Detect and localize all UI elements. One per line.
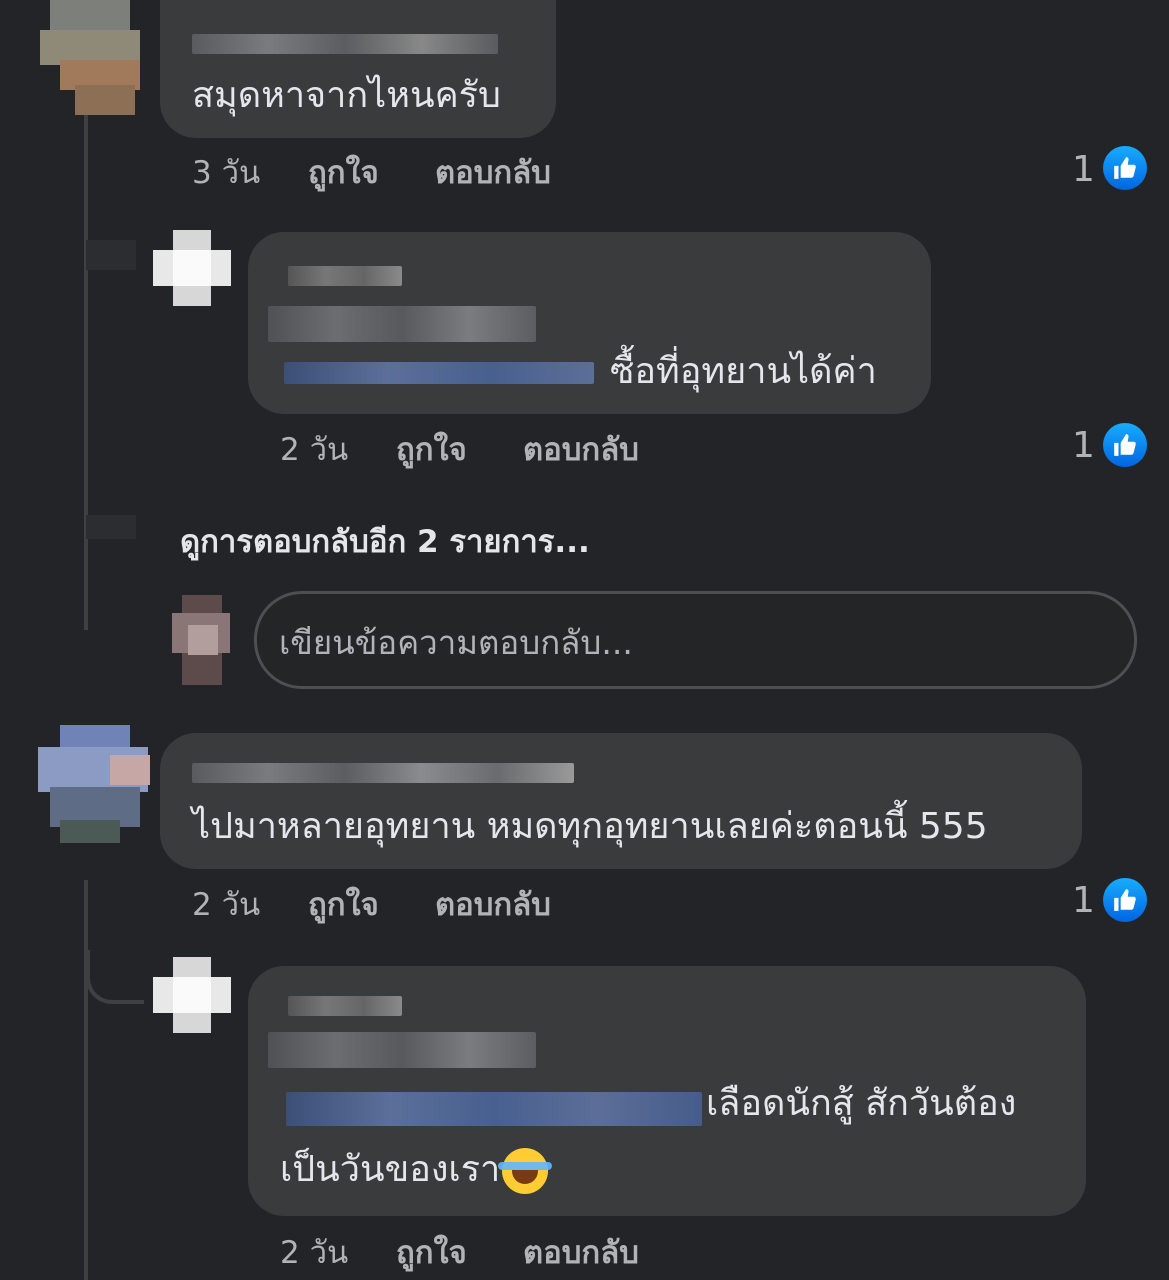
reply-actions: 2 วัน ถูกใจ ตอบกลับ <box>280 430 639 470</box>
reaction-count[interactable]: 1 <box>1072 424 1095 468</box>
reply-text-line1: เลือดนักสู้ สักวันต้อง <box>706 1083 1017 1124</box>
author-name-redacted[interactable] <box>288 266 402 286</box>
like-button[interactable]: ถูกใจ <box>396 1233 523 1273</box>
reaction-count[interactable]: 1 <box>1072 879 1095 923</box>
thread-branch <box>86 240 136 270</box>
comment-actions: 2 วัน ถูกใจ ตอบกลับ <box>192 885 551 925</box>
reply-button[interactable]: ตอบกลับ <box>523 1233 639 1273</box>
comment-text: สมุดหาจากไหนครับ <box>192 75 501 116</box>
avatar[interactable] <box>20 725 150 843</box>
thread-line <box>84 110 88 630</box>
reply-bubble: ซื้อที่อุทยานได้ค่า <box>248 232 931 414</box>
reply-text-line2-text: เป็นวันของเรา <box>280 1149 501 1190</box>
avatar[interactable] <box>153 230 231 306</box>
mention-redacted[interactable] <box>284 362 594 384</box>
view-more-replies-link[interactable]: ดูการตอบกลับอีก 2 รายการ... <box>180 516 590 566</box>
comment-time[interactable]: 2 วัน <box>192 885 308 925</box>
like-icon[interactable] <box>1103 146 1147 190</box>
reaction-count[interactable]: 1 <box>1072 148 1095 192</box>
reply-input[interactable]: เขียนข้อความตอบกลับ... <box>254 591 1137 689</box>
reply-time[interactable]: 2 วัน <box>280 1233 396 1273</box>
reply-button[interactable]: ตอบกลับ <box>435 885 551 925</box>
reply-button[interactable]: ตอบกลับ <box>435 153 551 193</box>
reply-time[interactable]: 2 วัน <box>280 430 396 470</box>
author-name-redacted[interactable] <box>192 34 498 54</box>
comment-time[interactable]: 3 วัน <box>192 153 308 193</box>
reply-text-line2: เป็นวันของเรา <box>280 1148 553 1194</box>
face-with-tears-of-joy-icon <box>498 1148 553 1194</box>
tag-redacted[interactable] <box>268 1032 536 1068</box>
mention-redacted[interactable] <box>286 1092 702 1126</box>
thread-branch <box>86 515 136 539</box>
reply-actions: 2 วัน ถูกใจ ตอบกลับ <box>280 1233 639 1273</box>
thread-line <box>84 880 88 1280</box>
comment-actions: 3 วัน ถูกใจ ตอบกลับ <box>192 153 551 193</box>
reply-bubble: เลือดนักสู้ สักวันต้อง เป็นวันของเรา <box>248 966 1086 1216</box>
comment-bubble: ไปมาหลายอุทยาน หมดทุกอุทยานเลยค่ะตอนนี้ … <box>160 733 1082 869</box>
author-name-redacted[interactable] <box>288 996 402 1016</box>
like-button[interactable]: ถูกใจ <box>396 430 523 470</box>
like-button[interactable]: ถูกใจ <box>308 885 435 925</box>
thread-branch <box>86 950 144 1004</box>
comment-text: ไปมาหลายอุทยาน หมดทุกอุทยานเลยค่ะตอนนี้ … <box>192 806 988 847</box>
reply-input-placeholder: เขียนข้อความตอบกลับ... <box>279 623 633 662</box>
tag-redacted[interactable] <box>268 306 536 342</box>
avatar[interactable] <box>153 957 231 1033</box>
reply-button[interactable]: ตอบกลับ <box>523 430 639 470</box>
like-button[interactable]: ถูกใจ <box>308 153 435 193</box>
author-name-redacted[interactable] <box>192 763 574 783</box>
like-icon[interactable] <box>1103 423 1147 467</box>
comment-bubble: สมุดหาจากไหนครับ <box>160 0 556 138</box>
avatar[interactable] <box>172 595 230 685</box>
reply-text: ซื้อที่อุทยานได้ค่า <box>610 351 877 392</box>
avatar[interactable] <box>20 0 150 115</box>
like-icon[interactable] <box>1103 878 1147 922</box>
